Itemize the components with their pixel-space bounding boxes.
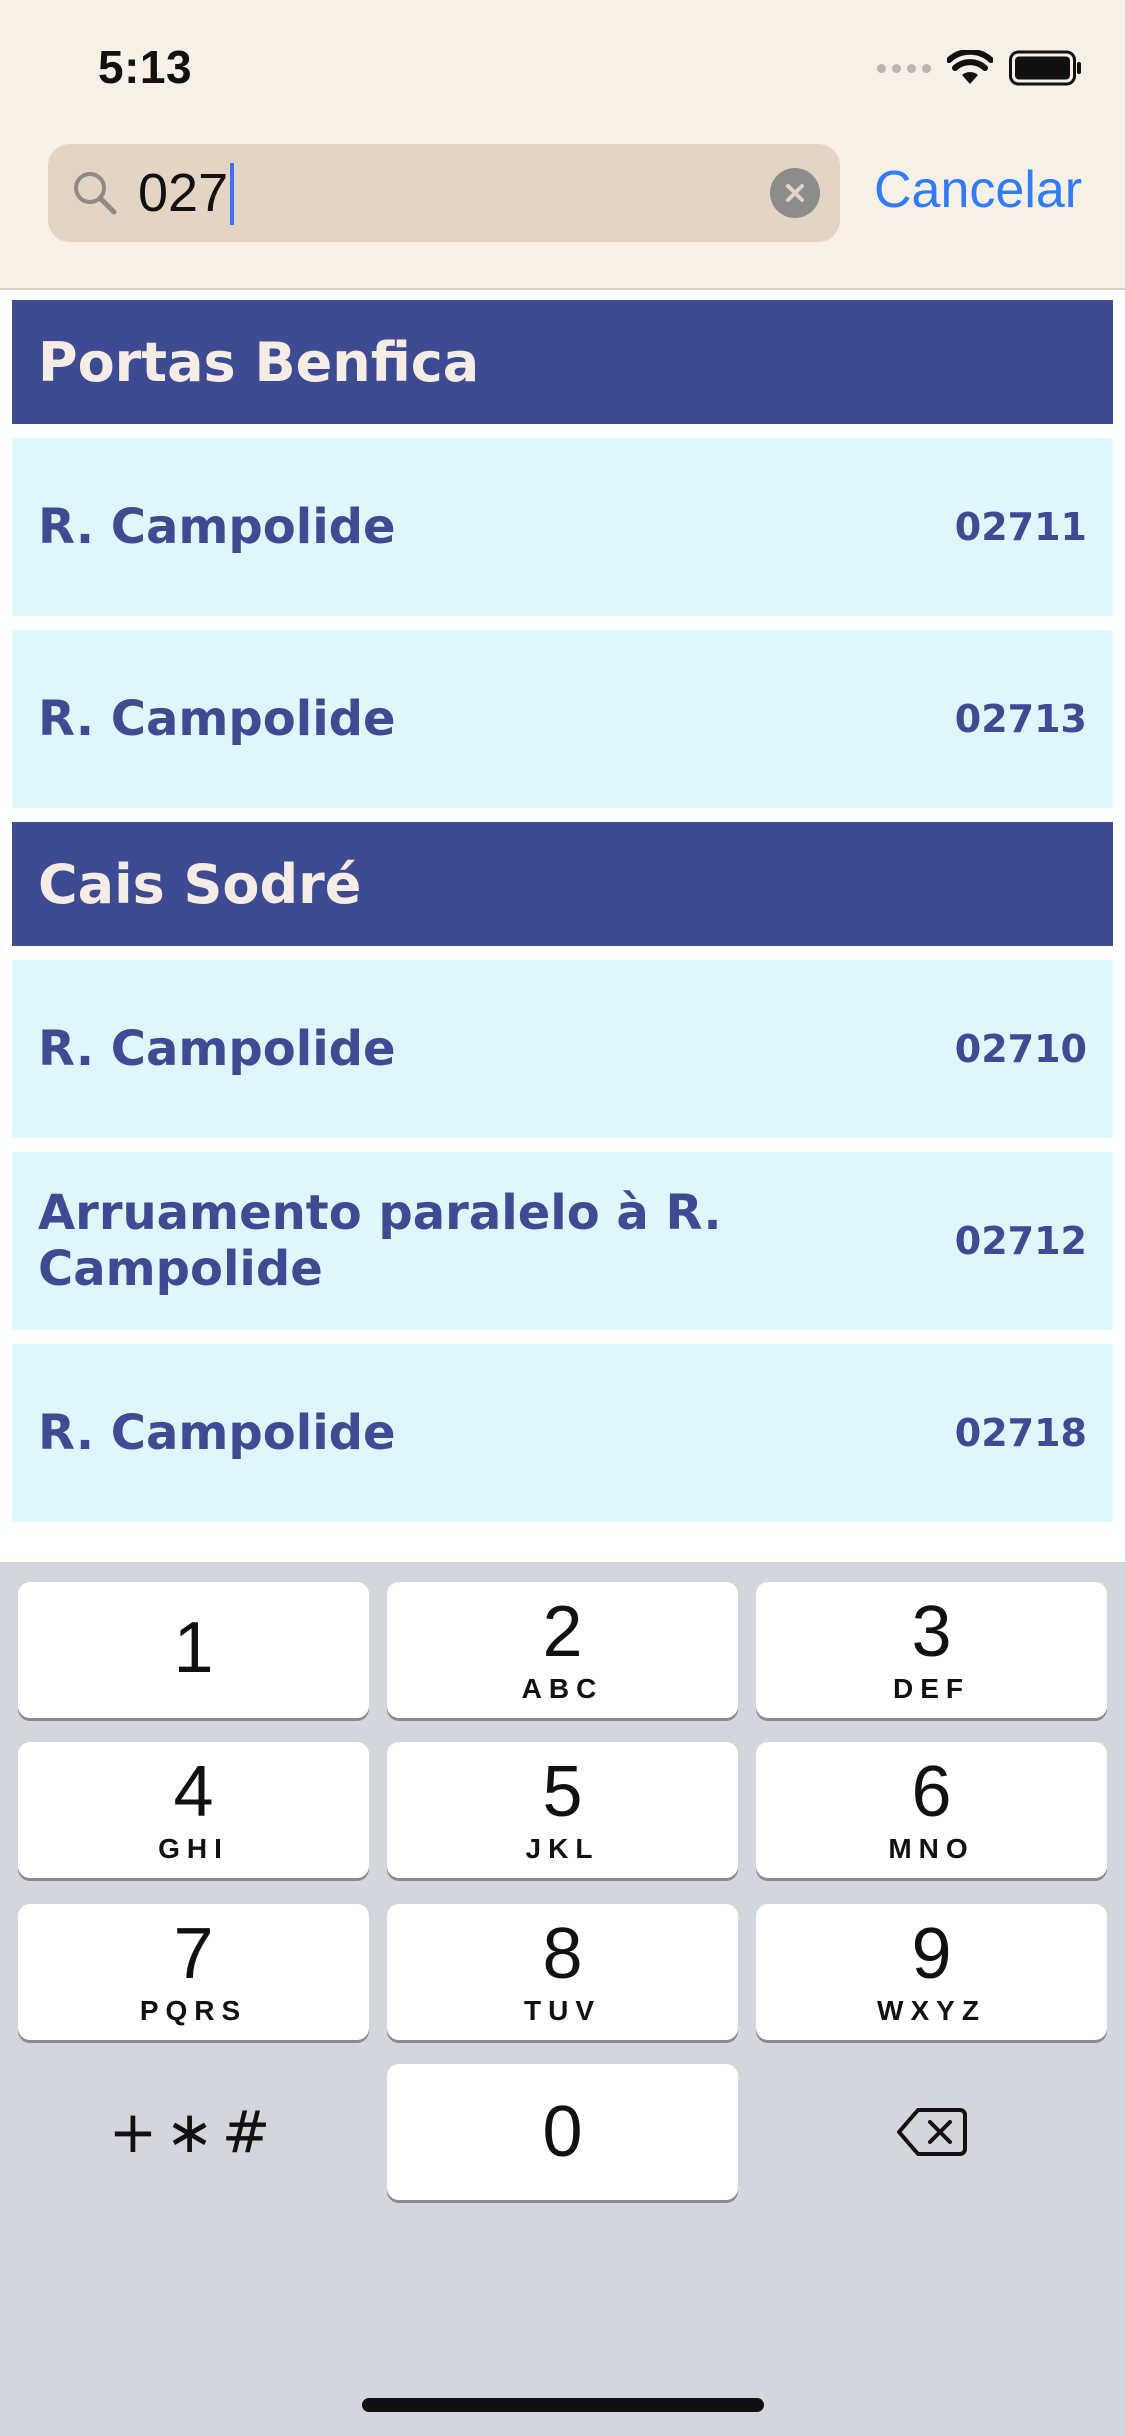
key-digit: 4: [173, 1752, 214, 1832]
home-indicator[interactable]: [362, 2398, 764, 2412]
search-input[interactable]: 027: [138, 158, 235, 228]
navigation-header: 5:13 027 Cancelar: [0, 0, 1125, 290]
key-0[interactable]: 0: [387, 2064, 738, 2200]
key-digit: 3: [911, 1592, 952, 1672]
key-digit: 5: [542, 1752, 583, 1832]
list-item[interactable]: R. Campolide 02718: [12, 1344, 1113, 1522]
key-letters: ABC: [521, 1673, 604, 1704]
key-digit: 8: [542, 1914, 583, 1994]
key-letters: JKL: [525, 1833, 600, 1864]
numeric-keypad: 1 2 ABC 3 DEF 4 GHI 5 JKL 6 MNO 7 PQRS 8…: [0, 1562, 1125, 2436]
results-list: Portas Benfica R. Campolide 02711 R. Cam…: [12, 300, 1113, 1536]
clear-search-icon[interactable]: [770, 168, 820, 218]
key-9[interactable]: 9 WXYZ: [756, 1904, 1107, 2040]
status-indicators: [877, 48, 1083, 88]
wifi-icon: [947, 50, 993, 84]
list-item[interactable]: Arruamento paralelo à R. Campolide 02712: [12, 1152, 1113, 1330]
key-letters: GHI: [158, 1833, 229, 1864]
cellular-signal-icon: [877, 63, 931, 73]
key-digit: 9: [911, 1914, 952, 1994]
key-8[interactable]: 8 TUV: [387, 1904, 738, 2040]
symbols-label: +∗#: [108, 2098, 279, 2166]
search-bar[interactable]: 027: [48, 144, 840, 242]
stop-name: R. Campolide: [38, 691, 396, 747]
stop-code: 02711: [954, 505, 1087, 549]
stop-code: 02718: [954, 1411, 1087, 1455]
key-letters: WXYZ: [877, 1995, 986, 2026]
key-letters: MNO: [888, 1833, 975, 1864]
backspace-icon: [896, 2108, 967, 2156]
key-7[interactable]: 7 PQRS: [18, 1904, 369, 2040]
stop-name: R. Campolide: [38, 1021, 396, 1077]
search-icon: [74, 172, 117, 215]
section-header-cais-sodre: Cais Sodré: [12, 822, 1113, 946]
stop-code: 02712: [954, 1219, 1087, 1263]
search-input-value: 027: [138, 163, 229, 223]
cancel-button[interactable]: Cancelar: [874, 160, 1082, 220]
key-letters: PQRS: [139, 1995, 248, 2026]
text-caret: [230, 162, 235, 225]
stop-name: R. Campolide: [38, 499, 396, 555]
key-digit: 6: [911, 1752, 952, 1832]
key-letters: TUV: [524, 1995, 601, 2026]
key-1[interactable]: 1: [18, 1582, 369, 1718]
key-digit: 0: [542, 2092, 583, 2172]
stop-code: 02710: [954, 1027, 1087, 1071]
key-digit: 2: [542, 1592, 583, 1672]
key-4[interactable]: 4 GHI: [18, 1742, 369, 1878]
stop-code: 02713: [954, 697, 1087, 741]
list-item[interactable]: R. Campolide 02713: [12, 630, 1113, 808]
symbols-key[interactable]: +∗#: [18, 2064, 369, 2200]
battery-icon: [1009, 50, 1081, 86]
key-6[interactable]: 6 MNO: [756, 1742, 1107, 1878]
key-digit: 1: [173, 1608, 214, 1688]
key-3[interactable]: 3 DEF: [756, 1582, 1107, 1718]
list-item[interactable]: R. Campolide 02711: [12, 438, 1113, 616]
key-2[interactable]: 2 ABC: [387, 1582, 738, 1718]
key-5[interactable]: 5 JKL: [387, 1742, 738, 1878]
status-time: 5:13: [98, 41, 193, 93]
section-header-portas-benfica: Portas Benfica: [12, 300, 1113, 424]
key-digit: 7: [173, 1914, 214, 1994]
stop-name: R. Campolide: [38, 1405, 396, 1461]
stop-name: Arruamento paralelo à R. Campolide: [38, 1185, 722, 1297]
delete-key[interactable]: [756, 2064, 1107, 2200]
list-item[interactable]: R. Campolide 02710: [12, 960, 1113, 1138]
key-letters: DEF: [893, 1673, 970, 1704]
